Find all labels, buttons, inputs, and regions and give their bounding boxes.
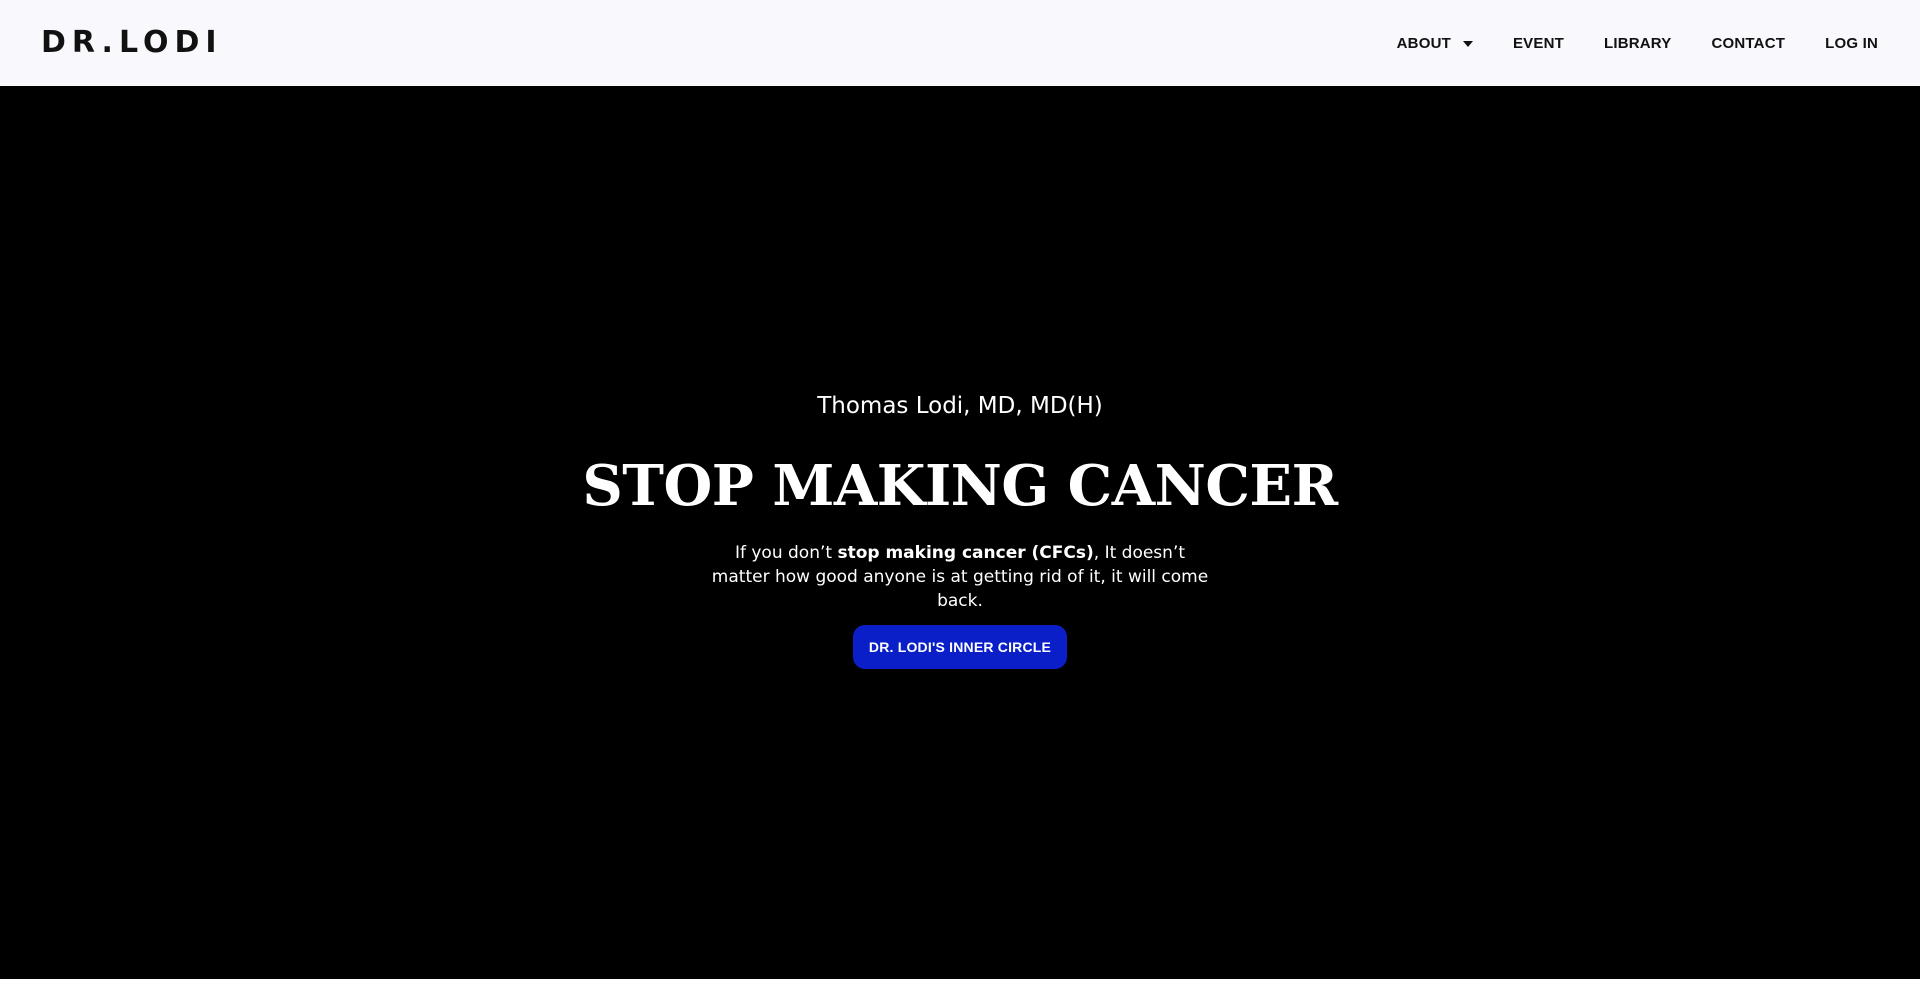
- hero-body-prefix: If you don’t: [734, 543, 838, 563]
- inner-circle-button[interactable]: DR. LODI'S INNER CIRCLE: [853, 625, 1067, 669]
- main-nav: ABOUT EVENT LIBRARY CONTACT LOG IN: [1397, 0, 1878, 86]
- hero-headline: STOP MAKING CANCER: [582, 453, 1338, 519]
- site-logo[interactable]: DR.LODI: [41, 28, 223, 58]
- nav-about-label: ABOUT: [1396, 34, 1451, 52]
- hero-subtitle: Thomas Lodi, MD, MD(H): [817, 393, 1103, 419]
- nav-contact[interactable]: CONTACT: [1712, 35, 1786, 52]
- nav-about[interactable]: ABOUT: [1397, 35, 1473, 52]
- site-header: DR.LODI ABOUT EVENT LIBRARY CONTACT LOG …: [0, 0, 1920, 86]
- hero-body-text: If you don’t stop making cancer (CFCs), …: [710, 541, 1210, 613]
- nav-library[interactable]: LIBRARY: [1604, 35, 1672, 52]
- chevron-down-icon: [1462, 40, 1473, 47]
- page-bottom-strip: [0, 979, 1920, 993]
- nav-login[interactable]: LOG IN: [1825, 35, 1878, 52]
- nav-event[interactable]: EVENT: [1513, 35, 1564, 52]
- page: DR.LODI ABOUT EVENT LIBRARY CONTACT LOG …: [0, 0, 1920, 993]
- hero-body-bold: stop making cancer (CFCs): [837, 543, 1094, 563]
- hero-section: Thomas Lodi, MD, MD(H) STOP MAKING CANCE…: [0, 86, 1920, 979]
